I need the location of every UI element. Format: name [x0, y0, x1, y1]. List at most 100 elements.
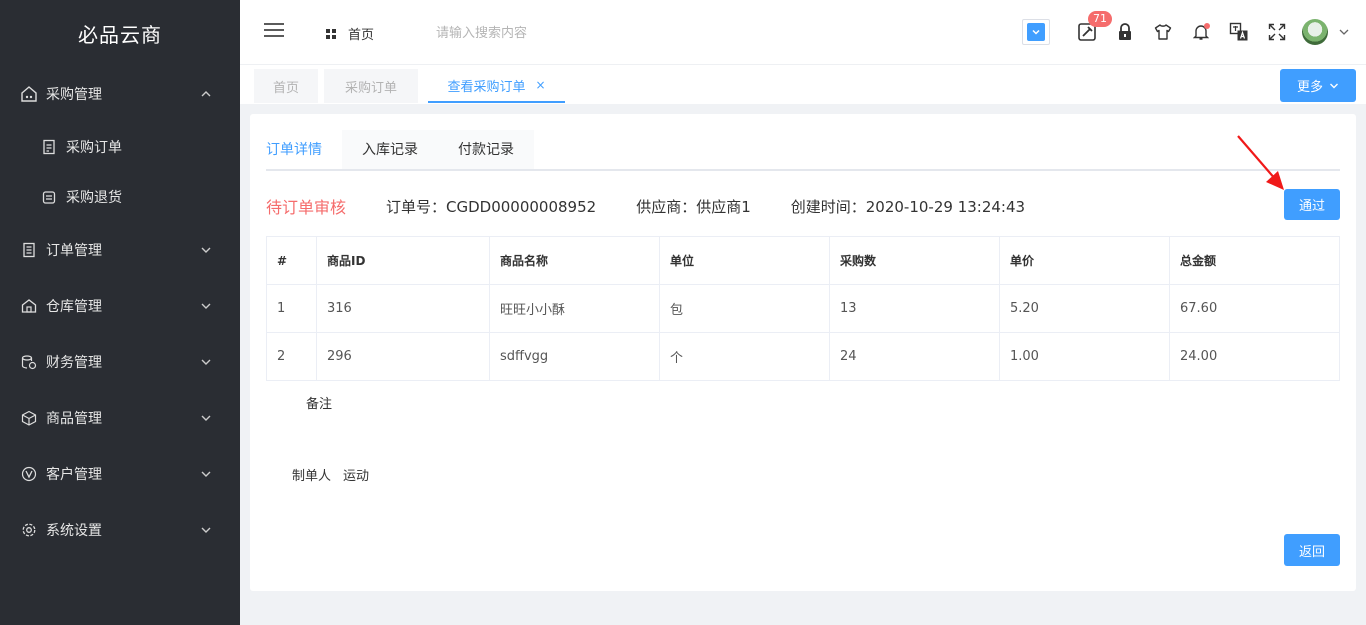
close-icon[interactable]: × [535, 78, 545, 92]
chevron-down-icon [200, 244, 212, 256]
table-cell: 1 [266, 284, 317, 333]
sidebar-item-finance[interactable]: 财务管理 [0, 334, 240, 390]
finance-icon [20, 353, 38, 371]
fullscreen-button[interactable] [1258, 13, 1296, 51]
document-icon [40, 138, 58, 156]
tab-view-purchase-order[interactable]: 查看采购订单 × [428, 69, 565, 103]
remark-label: 备注 [306, 397, 333, 412]
column-header: 商品名称 [489, 236, 660, 285]
column-header: 单位 [659, 236, 830, 285]
goods-table: # 商品ID 商品名称 单位 采购数 单价 总金额 1 316 旺旺小小酥 包 … [266, 236, 1340, 381]
cart-house-icon [20, 85, 38, 103]
chevron-down-icon [200, 356, 212, 368]
order-detail-card: 订单详情 入库记录 付款记录 待订单审核 订单号：CGDD00000008952… [250, 114, 1356, 591]
chevron-down-icon [1027, 23, 1045, 41]
sidebar-subitem-label: 采购退货 [66, 190, 122, 206]
order-icon [20, 241, 38, 259]
chevron-down-icon [200, 300, 212, 312]
table-header-row: # 商品ID 商品名称 单位 采购数 单价 总金额 [266, 236, 1340, 285]
detail-subtabs: 订单详情 入库记录 付款记录 [266, 130, 534, 170]
table-row: 2 296 sdffvgg 个 24 1.00 24.00 [266, 332, 1340, 381]
grid-icon [326, 28, 336, 39]
table-cell: 316 [316, 284, 490, 333]
sidebar-item-label: 订单管理 [46, 243, 102, 259]
table-cell: 5.20 [999, 284, 1170, 333]
chevron-down-icon[interactable] [1338, 26, 1350, 38]
top-header: 首页 71 [240, 0, 1366, 64]
header-toolbar: 71 [1022, 0, 1366, 64]
return-box-icon [40, 188, 58, 206]
sidebar-item-settings[interactable]: 系统设置 [0, 502, 240, 558]
order-created-time: 创建时间：2020-10-29 13:24:43 [790, 197, 1026, 216]
subtabs-divider [266, 169, 1340, 171]
subtab-payment-records[interactable]: 付款记录 [438, 130, 534, 170]
tab-label: 采购订单 [344, 80, 397, 96]
maker-label: 制单人 [292, 469, 332, 484]
column-header: 商品ID [316, 236, 490, 285]
subtab-stock-in-records[interactable]: 入库记录 [342, 130, 438, 170]
order-supplier: 供应商：供应商1 [636, 197, 751, 216]
notification-button[interactable] [1182, 13, 1220, 51]
table-cell: 1.00 [999, 332, 1170, 381]
table-cell: 24 [829, 332, 1000, 381]
more-button[interactable]: 更多 [1280, 69, 1356, 102]
sidebar-item-goods[interactable]: 商品管理 [0, 390, 240, 446]
box-icon [20, 409, 38, 427]
chevron-down-icon [200, 468, 212, 480]
column-header: 单价 [999, 236, 1170, 285]
sidebar-item-label: 采购管理 [46, 87, 102, 103]
sidebar-item-label: 商品管理 [46, 411, 102, 427]
sidebar-item-label: 系统设置 [46, 523, 102, 539]
sidebar-item-label: 仓库管理 [46, 299, 102, 315]
approve-button[interactable]: 通过 [1284, 189, 1340, 220]
hamburger-menu-icon[interactable] [264, 22, 284, 38]
column-header: 采购数 [829, 236, 1000, 285]
back-button[interactable]: 返回 [1284, 534, 1340, 566]
order-number: 订单号：CGDD00000008952 [386, 197, 597, 216]
chevron-down-icon [200, 524, 212, 536]
more-label: 更多 [1296, 80, 1323, 95]
page-tabs-bar: 首页 采购订单 查看采购订单 × 更多 [240, 64, 1366, 104]
maker-value: 运动 [343, 469, 370, 484]
sidebar-item-purchase[interactable]: 采购管理 [0, 66, 240, 122]
shirt-icon [1154, 24, 1172, 40]
order-status: 待订单审核 [266, 198, 347, 217]
table-cell: 2 [266, 332, 317, 381]
search-input[interactable] [436, 20, 736, 46]
sidebar-item-orders[interactable]: 订单管理 [0, 222, 240, 278]
user-avatar[interactable] [1302, 19, 1328, 45]
order-summary-row: 待订单审核 订单号：CGDD00000008952 供应商：供应商1 创建时间：… [266, 194, 1065, 218]
column-header: # [266, 236, 317, 285]
warehouse-icon [20, 297, 38, 315]
sidebar-item-customers[interactable]: 客户管理 [0, 446, 240, 502]
tab-label: 查看采购订单 [447, 79, 526, 95]
sidebar-subitem-purchase-return[interactable]: 采购退货 [0, 172, 240, 222]
sidebar-subitem-purchase-order[interactable]: 采购订单 [0, 122, 240, 172]
column-header: 总金额 [1169, 236, 1340, 285]
chevron-down-icon [1329, 81, 1339, 91]
lock-button[interactable] [1106, 13, 1144, 51]
order-maker-row: 制单人 运动 [292, 465, 369, 484]
header-home-link[interactable]: 首页 [326, 24, 374, 43]
tools-button[interactable]: 71 [1068, 11, 1112, 51]
table-cell: 13 [829, 284, 1000, 333]
app-logo-title: 必品云商 [78, 22, 162, 47]
tab-home[interactable]: 首页 [254, 69, 318, 103]
language-button[interactable] [1220, 13, 1258, 51]
home-label: 首页 [348, 28, 375, 43]
gear-icon [20, 521, 38, 539]
sidebar-subitem-label: 采购订单 [66, 140, 122, 156]
table-cell: 包 [659, 284, 830, 333]
table-cell: 24.00 [1169, 332, 1340, 381]
table-cell: 旺旺小小酥 [489, 284, 660, 333]
tab-label: 首页 [272, 80, 299, 96]
sidebar-item-warehouse[interactable]: 仓库管理 [0, 278, 240, 334]
tab-purchase-orders[interactable]: 采购订单 [324, 69, 418, 103]
chevron-down-icon [200, 412, 212, 424]
table-row: 1 316 旺旺小小酥 包 13 5.20 67.60 [266, 284, 1340, 333]
theme-button[interactable] [1144, 13, 1182, 51]
table-cell: 个 [659, 332, 830, 381]
layout-select[interactable] [1022, 19, 1050, 45]
chevron-up-icon [200, 88, 212, 100]
subtab-order-detail[interactable]: 订单详情 [266, 130, 342, 170]
